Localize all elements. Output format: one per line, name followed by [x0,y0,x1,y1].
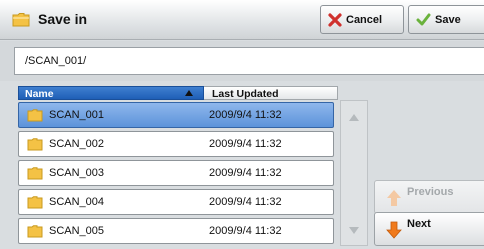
previous-button[interactable]: Previous [374,180,484,214]
row-name: SCAN_002 [49,138,105,150]
next-button[interactable]: Next [374,212,484,246]
title-bar: Save in Cancel Save [0,0,484,40]
table-header: Name Last Updated [18,86,338,100]
scroll-down-icon[interactable] [349,227,359,235]
save-button-label: Save [435,13,461,26]
window-title: Save in [38,11,88,27]
table-row[interactable]: SCAN_005 2009/9/4 11:32 [18,218,334,244]
row-name: SCAN_003 [49,167,105,179]
last-updated-column-header[interactable]: Last Updated [204,86,338,100]
folder-icon [27,195,43,208]
scroll-up-icon[interactable] [349,113,359,121]
table-row[interactable]: SCAN_003 2009/9/4 11:32 [18,160,334,186]
folder-icon [12,13,30,27]
row-date: 2009/9/4 11:32 [209,109,282,121]
sort-up-icon [185,90,193,96]
arrow-up-icon [387,190,401,206]
save-button[interactable]: Save [408,5,484,34]
table-row[interactable]: SCAN_001 2009/9/4 11:32 [18,102,334,128]
last-updated-column-label: Last Updated [212,88,279,100]
row-date: 2009/9/4 11:32 [209,225,282,237]
cancel-button[interactable]: Cancel [320,5,404,34]
row-date: 2009/9/4 11:32 [209,167,282,179]
next-button-label: Next [407,218,431,230]
path-area: /SCAN_001/ [0,41,484,81]
scrollbar[interactable] [340,100,368,246]
name-column-header[interactable]: Name [18,86,204,100]
cancel-x-icon [328,12,342,27]
folder-icon [27,166,43,179]
folder-icon [27,224,43,237]
row-name: SCAN_005 [49,225,105,237]
row-date: 2009/9/4 11:32 [209,196,282,208]
folder-icon [27,137,43,150]
folder-icon [27,108,43,121]
arrow-down-icon [386,221,402,239]
row-date: 2009/9/4 11:32 [209,138,282,150]
path-field: /SCAN_001/ [14,47,484,75]
table-row[interactable]: SCAN_004 2009/9/4 11:32 [18,189,334,215]
name-column-label: Name [25,88,54,100]
row-name: SCAN_001 [49,109,105,121]
previous-button-label: Previous [407,186,454,198]
cancel-button-label: Cancel [346,13,383,26]
row-name: SCAN_004 [49,196,105,208]
save-check-icon [416,13,431,25]
table-row[interactable]: SCAN_002 2009/9/4 11:32 [18,131,334,157]
